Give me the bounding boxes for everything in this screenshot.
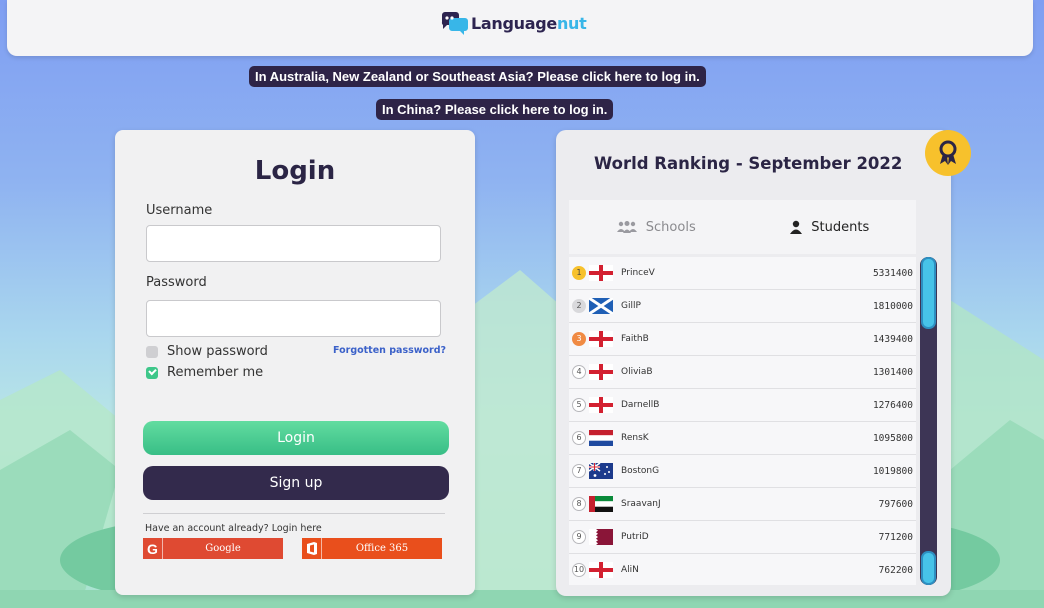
google-label: Google <box>205 543 241 554</box>
show-password-label: Show password <box>167 344 268 359</box>
scotland-flag-icon <box>588 296 614 316</box>
student-name: BostonG <box>621 466 660 476</box>
remember-me-checkbox[interactable]: Remember me <box>146 365 263 380</box>
office365-login-button[interactable]: Office 365 <box>302 538 442 559</box>
student-name: DarnellB <box>621 400 660 410</box>
student-name: PrinceV <box>621 268 655 278</box>
student-score: 1301400 <box>872 366 913 378</box>
student-score: 762200 <box>878 564 913 576</box>
login-title: Login <box>254 156 336 186</box>
england-flag-icon <box>589 562 613 578</box>
ranking-row: 3 FaithB 1439400 <box>569 323 916 356</box>
england-flag-icon <box>589 364 613 380</box>
student-name: AliN <box>621 565 639 575</box>
rank-number: 9 <box>572 530 586 544</box>
username-label: Username <box>146 203 213 218</box>
student-score: 1810000 <box>872 300 913 312</box>
office-label: Office 365 <box>355 543 409 554</box>
google-g-icon: G <box>143 538 163 559</box>
student-score: 5331400 <box>872 267 913 279</box>
scroll-thumb-top[interactable] <box>921 257 936 329</box>
rank-number: 2 <box>572 299 586 313</box>
chat-bubbles-logo-icon <box>439 8 469 38</box>
forgotten-password-link[interactable]: Forgotten password? <box>333 345 446 356</box>
rank-number: 4 <box>572 365 586 379</box>
england-flag-icon <box>589 397 613 413</box>
ranking-list: 1 PrinceV 5331400 2 GillP 1810000 3 FaithB 14394… <box>569 257 916 585</box>
china-login-banner[interactable]: In China? Please click here to log in. <box>376 99 614 120</box>
student-name: OliviaB <box>621 367 653 377</box>
ranking-scrollbar[interactable] <box>920 257 937 585</box>
world-ranking-card: World Ranking - September 2022 Schools S… <box>556 130 971 596</box>
ranking-row: 6 RensK 1095800 <box>569 422 916 455</box>
ranking-row: 10 AliN 762200 <box>569 554 916 585</box>
logo-text: Languagenut <box>471 13 587 33</box>
student-score: 1439400 <box>872 333 913 345</box>
ranking-row: 1 PrinceV 5331400 <box>569 257 916 290</box>
ranking-row: 4 OliviaB 1301400 <box>569 356 916 389</box>
student-score: 771200 <box>878 531 913 543</box>
have-account-text: Have an account already? Login here <box>145 523 322 534</box>
uae-flag-icon <box>589 496 613 512</box>
ranking-row: 2 GillP 1810000 <box>569 290 916 323</box>
australia-flag-icon <box>588 462 613 479</box>
remember-me-label: Remember me <box>167 365 264 380</box>
tab-students-label: Students <box>811 219 870 235</box>
england-flag-icon <box>589 265 613 281</box>
ranking-title: World Ranking - September 2022 <box>594 154 903 173</box>
password-input[interactable] <box>146 300 441 337</box>
office-icon <box>302 538 322 559</box>
google-login-button[interactable]: G Google <box>143 538 283 559</box>
checkbox-unchecked[interactable] <box>146 345 158 358</box>
student-score: 1276400 <box>872 399 913 411</box>
login-card: Login Username Password Show password Fo… <box>115 130 475 595</box>
rank-number: 1 <box>572 266 586 280</box>
rank-number: 7 <box>572 464 586 478</box>
student-score: 797600 <box>878 498 913 510</box>
student-name: RensK <box>621 433 649 443</box>
netherlands-flag-icon <box>589 430 613 446</box>
show-password-checkbox[interactable]: Show password <box>146 344 268 359</box>
student-name: PutriD <box>621 532 649 542</box>
login-button[interactable]: Login <box>143 421 449 455</box>
ranking-row: 5 DarnellB 1276400 <box>569 389 916 422</box>
password-label: Password <box>146 275 207 290</box>
rank-number: 3 <box>572 332 586 346</box>
ranking-row: 8 SraavanJ 797600 <box>569 488 916 521</box>
scroll-thumb-bottom[interactable] <box>921 551 936 585</box>
rank-number: 5 <box>572 398 586 412</box>
rank-number: 8 <box>572 497 586 511</box>
award-ribbon-icon <box>925 130 971 176</box>
ranking-row: 9 PutriD 771200 <box>569 521 916 554</box>
student-score: 1019800 <box>872 465 913 477</box>
student-name: GillP <box>621 301 641 311</box>
england-flag-icon <box>589 331 613 347</box>
qatar-flag-icon <box>589 529 613 545</box>
tab-students[interactable]: Students <box>743 200 917 254</box>
checkbox-checked[interactable] <box>146 366 158 379</box>
tab-schools[interactable]: Schools <box>569 200 743 254</box>
languagenut-logo[interactable]: Languagenut <box>439 6 587 40</box>
username-input[interactable] <box>146 225 441 262</box>
tab-schools-label: Schools <box>645 219 696 235</box>
divider <box>143 513 445 514</box>
signup-button[interactable]: Sign up <box>143 466 449 500</box>
rank-number: 10 <box>572 563 586 577</box>
region-login-banner[interactable]: In Australia, New Zealand or Southeast A… <box>249 66 706 87</box>
top-header-bar: Languagenut <box>7 0 1033 56</box>
person-icon <box>790 220 803 234</box>
student-name: FaithB <box>621 334 649 344</box>
group-icon <box>616 221 637 233</box>
student-name: SraavanJ <box>621 499 661 509</box>
rank-number: 6 <box>572 431 586 445</box>
ranking-row: 7 BostonG 1019800 <box>569 455 916 488</box>
ranking-tabs: Schools Students <box>569 200 916 254</box>
student-score: 1095800 <box>872 432 913 444</box>
